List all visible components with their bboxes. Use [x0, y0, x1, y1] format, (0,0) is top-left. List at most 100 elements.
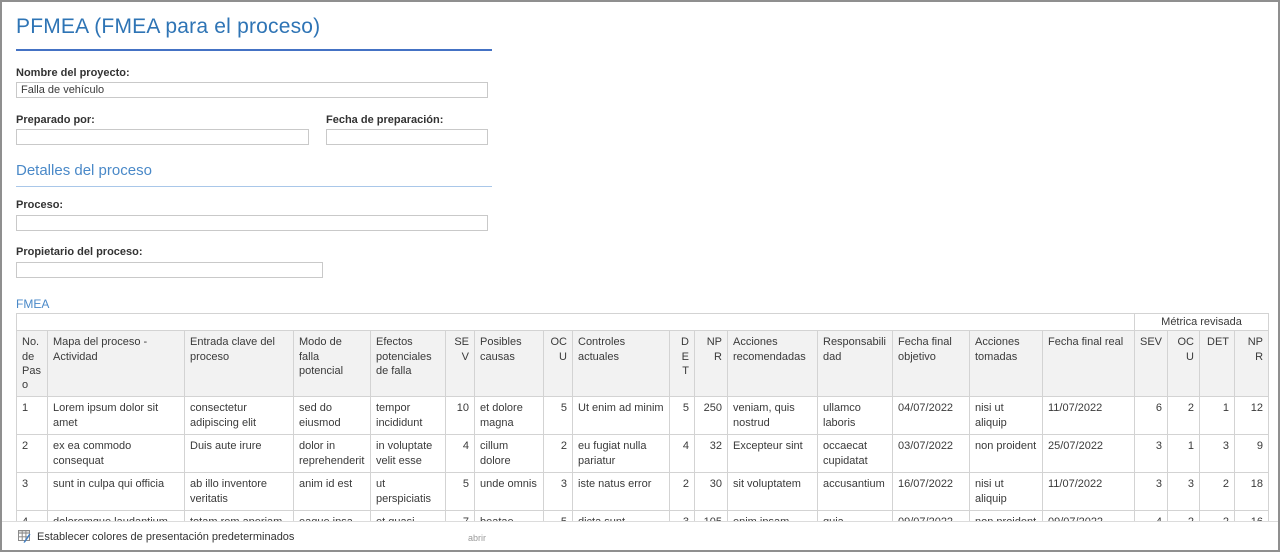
cell-sev[interactable]: 4: [446, 435, 475, 473]
cell-rev-ocu[interactable]: 3: [1168, 473, 1200, 511]
cell-fecha-real[interactable]: 11/07/2022: [1043, 473, 1135, 511]
cell-ocu[interactable]: 2: [544, 435, 573, 473]
col-header-npr: NPR: [695, 331, 728, 397]
prepared-by-input[interactable]: [16, 129, 309, 145]
prep-date-label: Fecha de preparación:: [326, 114, 443, 126]
cell-controles[interactable]: iste natus error: [573, 473, 670, 511]
cell-acciones-tomadas[interactable]: nisi ut aliquip: [970, 473, 1043, 511]
cell-no[interactable]: 2: [17, 435, 48, 473]
col-header-rev-det: DET: [1200, 331, 1235, 397]
cell-no[interactable]: 3: [17, 473, 48, 511]
process-section-title: Detalles del proceso: [16, 162, 152, 179]
col-header-rev-ocu: OCU: [1168, 331, 1200, 397]
col-header-acciones-rec: Acciones recomendadas: [728, 331, 818, 397]
cell-entrada[interactable]: ab illo inventore veritatis: [185, 473, 294, 511]
cell-det[interactable]: 2: [670, 473, 695, 511]
project-name-label: Nombre del proyecto:: [16, 67, 130, 79]
cell-causas[interactable]: unde omnis: [475, 473, 544, 511]
revised-metrics-header: Métrica revisada: [1135, 314, 1269, 331]
cell-rev-sev[interactable]: 6: [1135, 397, 1168, 435]
cell-modo[interactable]: sed do eiusmod: [294, 397, 371, 435]
cell-rev-ocu[interactable]: 2: [1168, 397, 1200, 435]
cell-fecha-objetivo[interactable]: 16/07/2022: [893, 473, 970, 511]
cell-responsabilidad[interactable]: ullamco laboris: [818, 397, 893, 435]
cell-acciones-rec[interactable]: sit voluptatem: [728, 473, 818, 511]
cell-responsabilidad[interactable]: accusantium: [818, 473, 893, 511]
cell-rev-sev[interactable]: 3: [1135, 435, 1168, 473]
cell-responsabilidad[interactable]: occaecat cupidatat: [818, 435, 893, 473]
cell-rev-npr[interactable]: 18: [1235, 473, 1269, 511]
open-link[interactable]: abrir: [468, 533, 486, 543]
col-header-causas: Posibles causas: [475, 331, 544, 397]
cell-det[interactable]: 4: [670, 435, 695, 473]
prep-date-input[interactable]: [326, 129, 488, 145]
cell-fecha-real[interactable]: 25/07/2022: [1043, 435, 1135, 473]
col-header-entrada: Entrada clave del proceso: [185, 331, 294, 397]
cell-sev[interactable]: 10: [446, 397, 475, 435]
cell-rev-det[interactable]: 2: [1200, 473, 1235, 511]
cell-causas[interactable]: et dolore magna: [475, 397, 544, 435]
fmea-table: Métrica revisada No. de Paso Mapa del pr…: [16, 313, 1269, 549]
cell-entrada[interactable]: consectetur adipiscing elit: [185, 397, 294, 435]
cell-acciones-tomadas[interactable]: non proident: [970, 435, 1043, 473]
table-edit-icon: [18, 530, 31, 543]
col-header-ocu: OCU: [544, 331, 573, 397]
cell-controles[interactable]: eu fugiat nulla pariatur: [573, 435, 670, 473]
cell-rev-npr[interactable]: 9: [1235, 435, 1269, 473]
cell-fecha-objetivo[interactable]: 04/07/2022: [893, 397, 970, 435]
footer-bar: Establecer colores de presentación prede…: [2, 521, 1278, 551]
cell-npr[interactable]: 250: [695, 397, 728, 435]
cell-rev-det[interactable]: 1: [1200, 397, 1235, 435]
process-label: Proceso:: [16, 199, 63, 211]
page-title: PFMEA (FMEA para el proceso): [16, 15, 320, 39]
title-rule: [16, 49, 492, 51]
cell-npr[interactable]: 32: [695, 435, 728, 473]
process-input[interactable]: [16, 215, 488, 231]
cell-actividad[interactable]: ex ea commodo consequat: [48, 435, 185, 473]
col-header-acciones-tomadas: Acciones tomadas: [970, 331, 1043, 397]
col-header-fecha-objetivo: Fecha final objetivo: [893, 331, 970, 397]
table-row: 3 sunt in culpa qui officia ab illo inve…: [17, 473, 1269, 511]
cell-npr[interactable]: 30: [695, 473, 728, 511]
cell-causas[interactable]: cillum dolore: [475, 435, 544, 473]
cell-fecha-objetivo[interactable]: 03/07/2022: [893, 435, 970, 473]
cell-rev-ocu[interactable]: 1: [1168, 435, 1200, 473]
table-top-strip: Métrica revisada: [17, 314, 1269, 331]
project-name-input[interactable]: [16, 82, 488, 98]
process-owner-input[interactable]: [16, 262, 323, 278]
cell-no[interactable]: 1: [17, 397, 48, 435]
cell-efectos[interactable]: ut perspiciatis: [371, 473, 446, 511]
cell-efectos[interactable]: in voluptate velit esse: [371, 435, 446, 473]
cell-ocu[interactable]: 5: [544, 397, 573, 435]
cell-entrada[interactable]: Duis aute irure: [185, 435, 294, 473]
cell-det[interactable]: 5: [670, 397, 695, 435]
cell-rev-sev[interactable]: 3: [1135, 473, 1168, 511]
cell-efectos[interactable]: tempor incididunt: [371, 397, 446, 435]
col-header-responsabilidad: Responsabilidad: [818, 331, 893, 397]
cell-sev[interactable]: 5: [446, 473, 475, 511]
cell-acciones-rec[interactable]: veniam, quis nostrud: [728, 397, 818, 435]
cell-rev-det[interactable]: 3: [1200, 435, 1235, 473]
cell-acciones-rec[interactable]: Excepteur sint: [728, 435, 818, 473]
table-header-row: No. de Paso Mapa del proceso - Actividad…: [17, 331, 1269, 397]
cell-controles[interactable]: Ut enim ad minim: [573, 397, 670, 435]
cell-rev-npr[interactable]: 12: [1235, 397, 1269, 435]
col-header-rev-npr: NPR: [1235, 331, 1269, 397]
col-header-det: DET: [670, 331, 695, 397]
pfmea-page: PFMEA (FMEA para el proceso) Nombre del …: [0, 0, 1280, 552]
col-header-fecha-real: Fecha final real: [1043, 331, 1135, 397]
col-header-actividad: Mapa del proceso - Actividad: [48, 331, 185, 397]
prepared-by-label: Preparado por:: [16, 114, 95, 126]
cell-fecha-real[interactable]: 11/07/2022: [1043, 397, 1135, 435]
col-header-sev: SEV: [446, 331, 475, 397]
set-default-colors-button[interactable]: Establecer colores de presentación prede…: [18, 530, 294, 543]
col-header-rev-sev: SEV: [1135, 331, 1168, 397]
cell-modo[interactable]: dolor in reprehenderit: [294, 435, 371, 473]
cell-ocu[interactable]: 3: [544, 473, 573, 511]
set-default-colors-label: Establecer colores de presentación prede…: [37, 531, 294, 543]
cell-actividad[interactable]: Lorem ipsum dolor sit amet: [48, 397, 185, 435]
cell-modo[interactable]: anim id est: [294, 473, 371, 511]
cell-acciones-tomadas[interactable]: nisi ut aliquip: [970, 397, 1043, 435]
cell-actividad[interactable]: sunt in culpa qui officia: [48, 473, 185, 511]
col-header-modo: Modo de falla potencial: [294, 331, 371, 397]
